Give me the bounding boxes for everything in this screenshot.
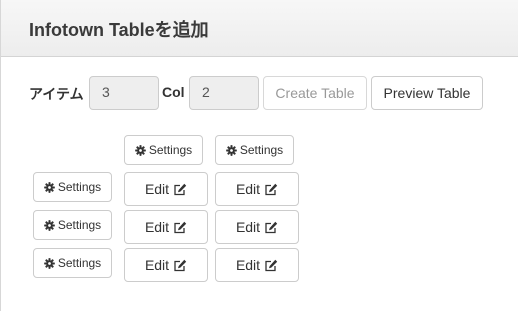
settings-label: Settings	[57, 218, 102, 232]
add-table-dialog: Infotown Tableを追加 アイテム 3 Col 2 Create Ta…	[0, 0, 518, 311]
edit-label: Edit	[144, 181, 170, 197]
dialog-title: Infotown Tableを追加	[29, 20, 209, 40]
preview-table-button[interactable]: Preview Table	[371, 76, 483, 110]
create-table-label: Create Table	[275, 85, 355, 101]
cell-edit-button[interactable]: Edit	[215, 172, 299, 206]
column-settings-button[interactable]: Settings	[124, 135, 203, 165]
cell-edit-button[interactable]: Edit	[124, 248, 208, 282]
row-settings-button[interactable]: Settings	[33, 210, 112, 240]
edit-icon	[173, 259, 187, 272]
col-label: Col	[162, 84, 185, 100]
settings-label: Settings	[239, 143, 284, 157]
edit-icon	[264, 221, 278, 234]
edit-icon	[173, 221, 187, 234]
edit-label: Edit	[144, 257, 170, 273]
edit-label: Edit	[235, 257, 261, 273]
cell-edit-button[interactable]: Edit	[124, 172, 208, 206]
edit-icon	[264, 259, 278, 272]
cell-edit-button[interactable]: Edit	[124, 210, 208, 244]
item-count-input[interactable]: 3	[89, 76, 159, 110]
edit-label: Edit	[235, 219, 261, 235]
settings-label: Settings	[57, 256, 102, 270]
gear-icon	[43, 181, 55, 193]
gear-icon	[225, 144, 237, 156]
gear-icon	[43, 257, 55, 269]
edit-icon	[264, 183, 278, 196]
col-count-input[interactable]: 2	[189, 76, 259, 110]
edit-label: Edit	[235, 181, 261, 197]
edit-label: Edit	[144, 219, 170, 235]
item-label: アイテム	[29, 86, 84, 102]
cell-edit-button[interactable]: Edit	[215, 210, 299, 244]
gear-icon	[134, 144, 146, 156]
cell-edit-button[interactable]: Edit	[215, 248, 299, 282]
row-settings-button[interactable]: Settings	[33, 248, 112, 278]
column-settings-button[interactable]: Settings	[215, 135, 294, 165]
preview-table-label: Preview Table	[383, 85, 471, 101]
settings-label: Settings	[57, 180, 102, 194]
dialog-header: Infotown Tableを追加	[1, 0, 518, 57]
row-settings-button[interactable]: Settings	[33, 172, 112, 202]
settings-label: Settings	[148, 143, 193, 157]
edit-icon	[173, 183, 187, 196]
create-table-button[interactable]: Create Table	[263, 76, 367, 110]
gear-icon	[43, 219, 55, 231]
